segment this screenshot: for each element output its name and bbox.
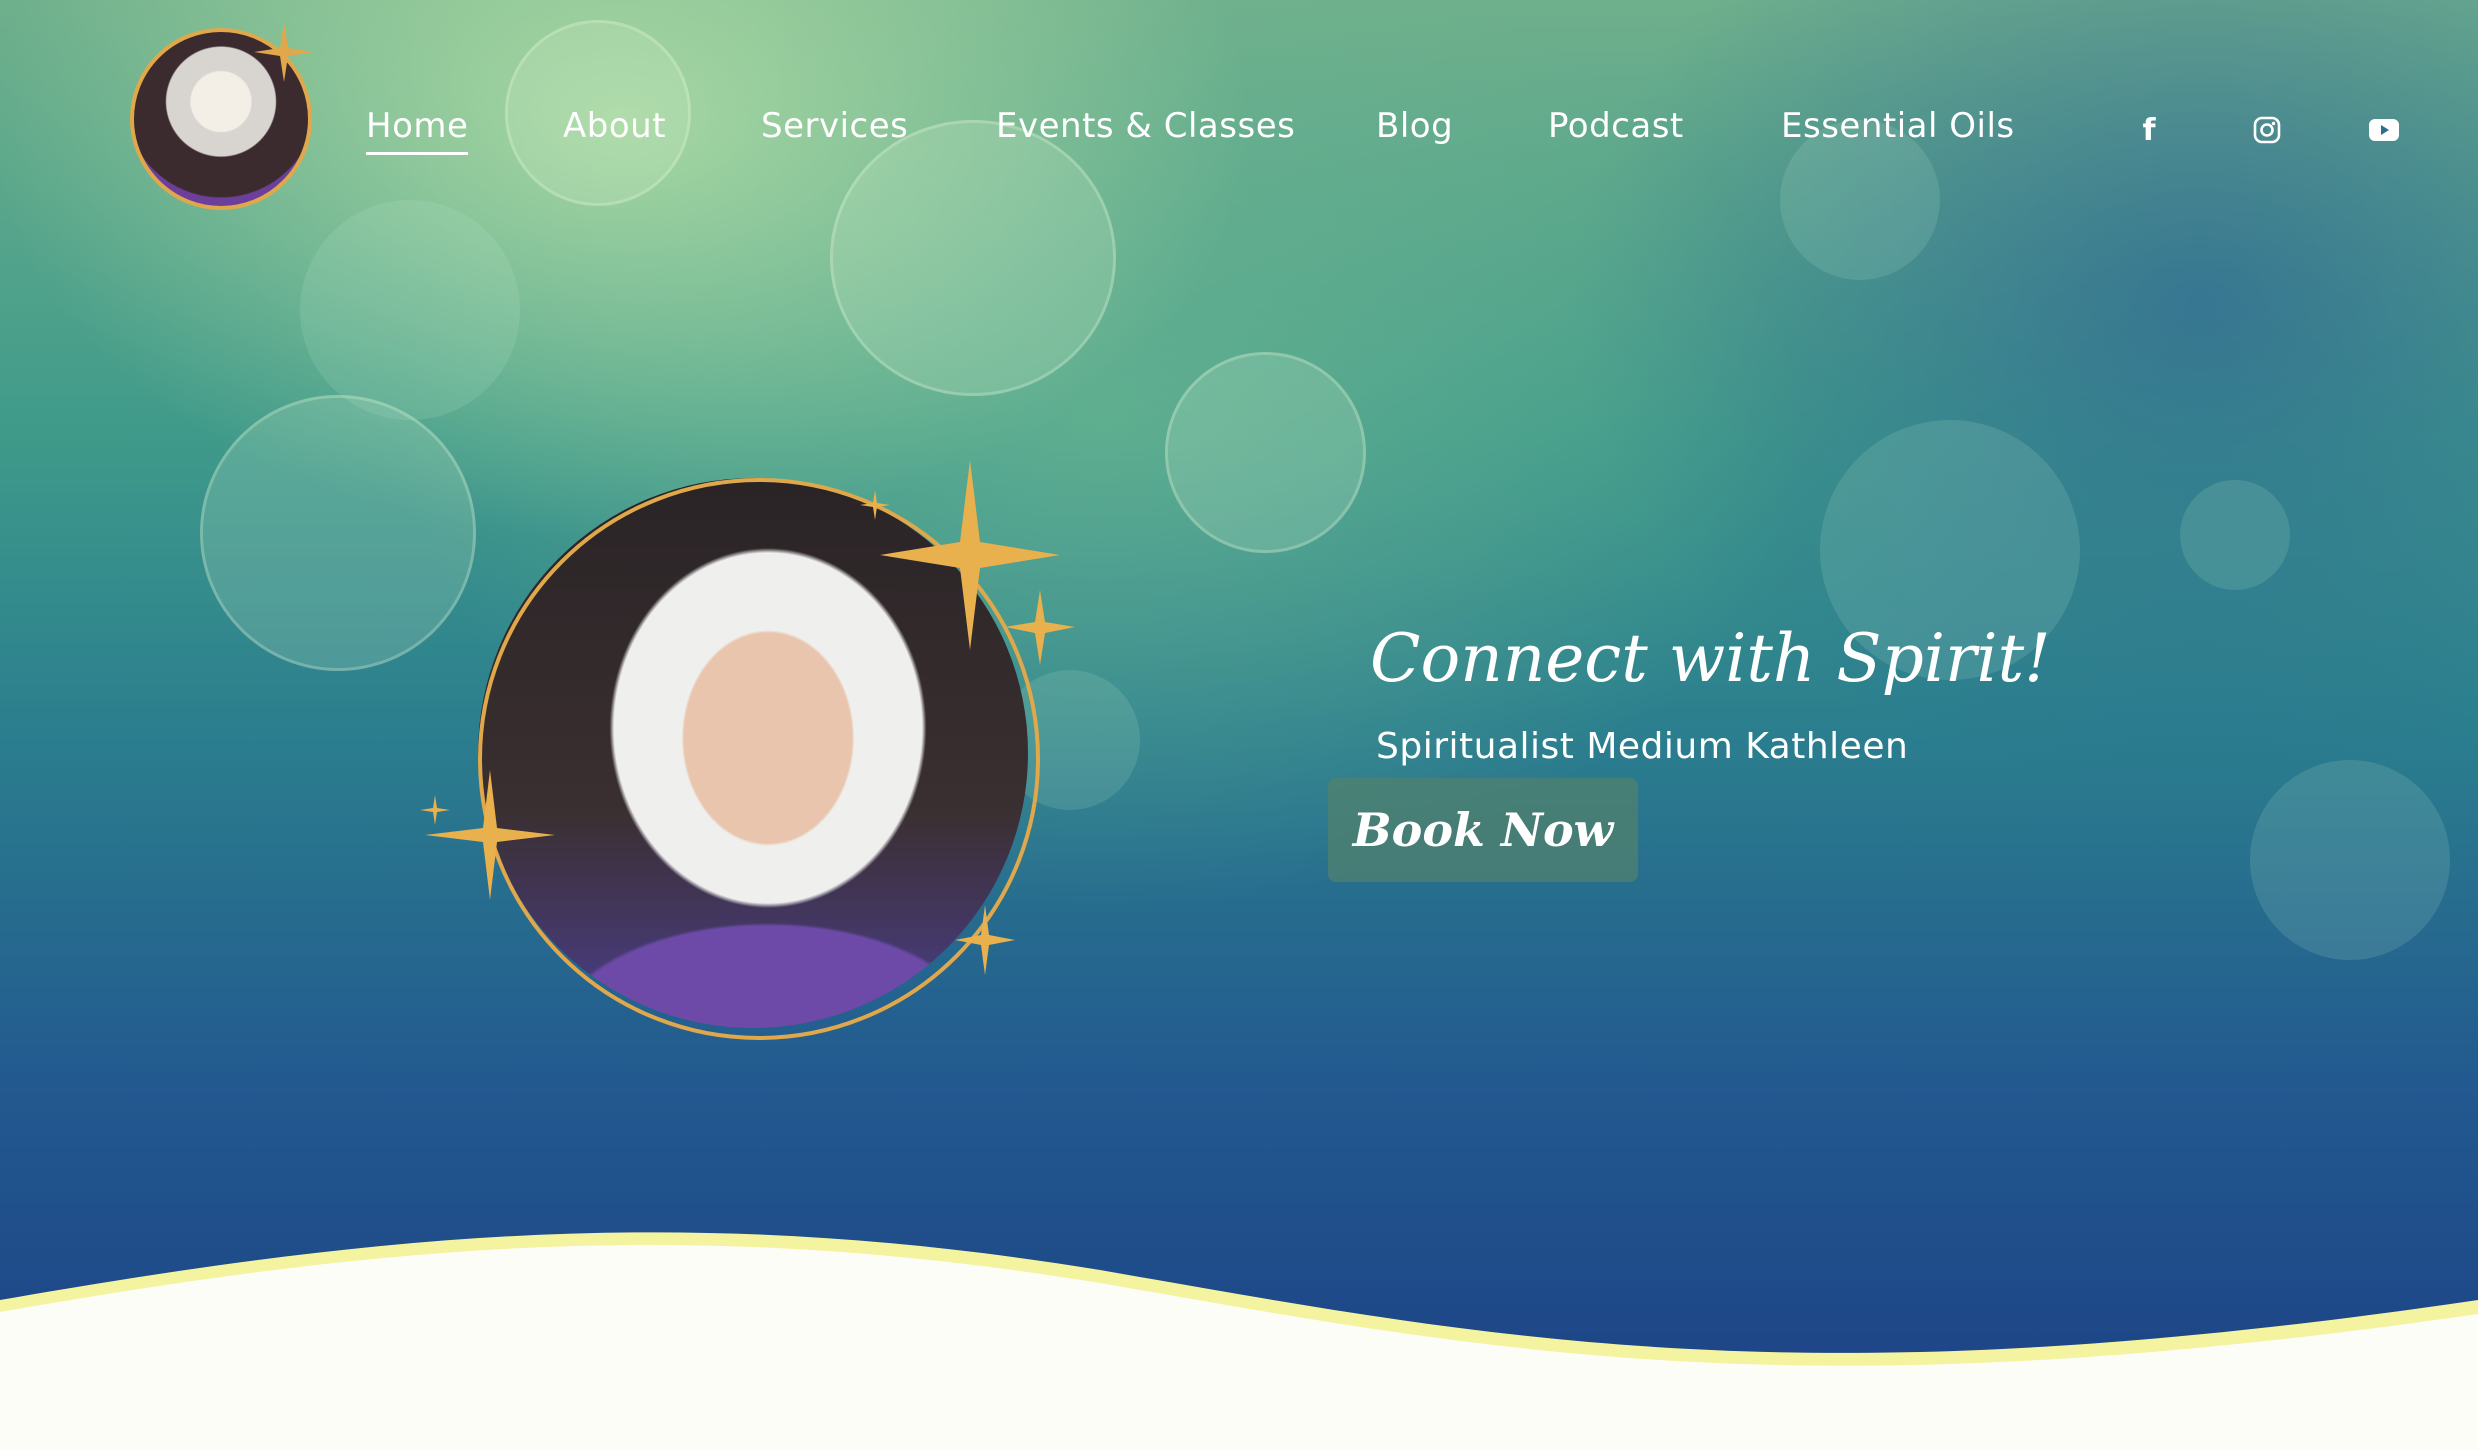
- instagram-icon[interactable]: [2249, 112, 2285, 148]
- book-now-button[interactable]: Book Now: [1328, 778, 1638, 882]
- nav-about[interactable]: About: [563, 106, 666, 146]
- nav-home[interactable]: Home: [366, 106, 469, 155]
- sparkle-icon: [1005, 590, 1075, 665]
- bokeh-circle: [830, 120, 1116, 396]
- hero-section: Home About Services Events & Classes Blo…: [0, 0, 2478, 1450]
- hero-subtitle: Spiritualist Medium Kathleen: [1376, 726, 1909, 767]
- bokeh-circle: [1165, 352, 1366, 553]
- main-nav: Home About Services Events & Classes Blo…: [0, 106, 2478, 156]
- nav-essential-oils[interactable]: Essential Oils: [1781, 106, 2015, 146]
- nav-services[interactable]: Services: [761, 106, 908, 146]
- sparkle-icon: [425, 770, 555, 900]
- bokeh-circle: [300, 200, 520, 420]
- instagram-glyph: [2253, 116, 2281, 144]
- youtube-icon[interactable]: [2366, 112, 2402, 148]
- nav-events-classes[interactable]: Events & Classes: [996, 106, 1295, 146]
- hero-tagline: Connect with Spirit!: [1370, 620, 2051, 697]
- bokeh-circle: [200, 395, 476, 671]
- sparkle-icon: [254, 22, 314, 82]
- wave-divider: [0, 1232, 2478, 1450]
- nav-blog[interactable]: Blog: [1376, 106, 1453, 146]
- youtube-glyph: [2369, 119, 2399, 141]
- sparkle-icon: [955, 905, 1015, 975]
- bokeh-circle: [2180, 480, 2290, 590]
- facebook-glyph: f: [2142, 112, 2156, 148]
- nav-podcast[interactable]: Podcast: [1548, 106, 1684, 146]
- sparkle-icon: [420, 795, 450, 825]
- facebook-icon[interactable]: f: [2131, 112, 2167, 148]
- sparkle-icon: [860, 490, 890, 520]
- bokeh-circle: [2250, 760, 2450, 960]
